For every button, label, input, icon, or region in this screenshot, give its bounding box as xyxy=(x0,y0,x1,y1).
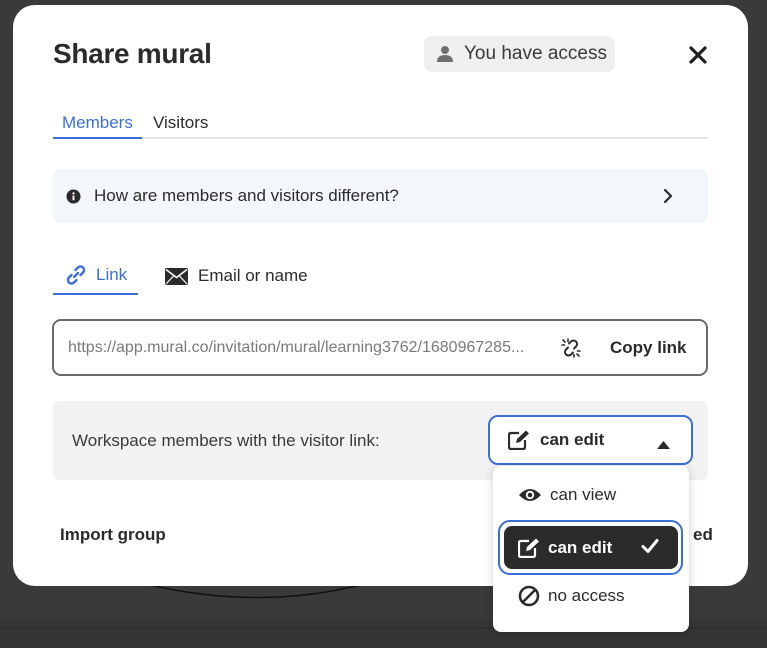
edit-icon xyxy=(508,430,530,450)
broken-link-icon[interactable] xyxy=(560,337,582,359)
permission-options-menu: can view can edit no access xyxy=(493,466,689,632)
link-icon xyxy=(66,264,86,286)
envelope-icon xyxy=(165,267,188,285)
tab-link[interactable]: Link xyxy=(53,257,138,295)
tab-link-label: Link xyxy=(96,265,128,284)
members-visitors-info[interactable]: How are members and visitors different? xyxy=(53,169,708,223)
truncated-label: ed xyxy=(693,525,713,544)
tab-visitors[interactable]: Visitors xyxy=(144,113,217,139)
audience-tabs: Members Visitors xyxy=(53,111,708,139)
checkmark-icon xyxy=(641,538,659,559)
no-access-icon xyxy=(518,585,540,607)
info-text: How are members and visitors different? xyxy=(94,186,399,205)
option-can-edit-label: can edit xyxy=(548,537,613,557)
tab-members[interactable]: Members xyxy=(53,113,142,139)
option-can-view[interactable]: can view xyxy=(518,483,616,507)
option-no-access[interactable]: no access xyxy=(518,584,625,608)
access-badge-label: You have access xyxy=(464,43,607,64)
dialog-title: Share mural xyxy=(53,38,212,69)
eye-icon xyxy=(518,487,542,503)
copy-link-button[interactable]: Copy link xyxy=(610,338,687,358)
invite-link-field[interactable]: https://app.mural.co/invitation/mural/le… xyxy=(52,319,708,376)
tab-email-or-name[interactable]: Email or name xyxy=(165,257,308,295)
edit-icon xyxy=(518,538,540,558)
import-group-button[interactable]: Import group xyxy=(60,525,166,545)
option-can-edit[interactable]: can edit xyxy=(504,526,678,569)
info-icon xyxy=(66,188,81,204)
permission-selected-value: can edit xyxy=(540,430,605,449)
access-badge: You have access xyxy=(424,36,615,72)
caret-up-icon xyxy=(657,436,670,454)
invite-link-url[interactable]: https://app.mural.co/invitation/mural/le… xyxy=(68,339,552,357)
chevron-right-icon xyxy=(658,186,678,206)
person-icon xyxy=(436,45,454,63)
close-icon xyxy=(689,46,707,64)
option-no-access-label: no access xyxy=(548,586,625,605)
tab-email-label: Email or name xyxy=(198,266,308,285)
option-can-view-label: can view xyxy=(550,485,617,504)
close-button[interactable] xyxy=(686,43,710,67)
permission-label: Workspace members with the visitor link: xyxy=(72,431,380,450)
permission-dropdown[interactable]: can edit xyxy=(488,415,693,465)
share-method-tabs: Link Email or name xyxy=(53,257,353,297)
